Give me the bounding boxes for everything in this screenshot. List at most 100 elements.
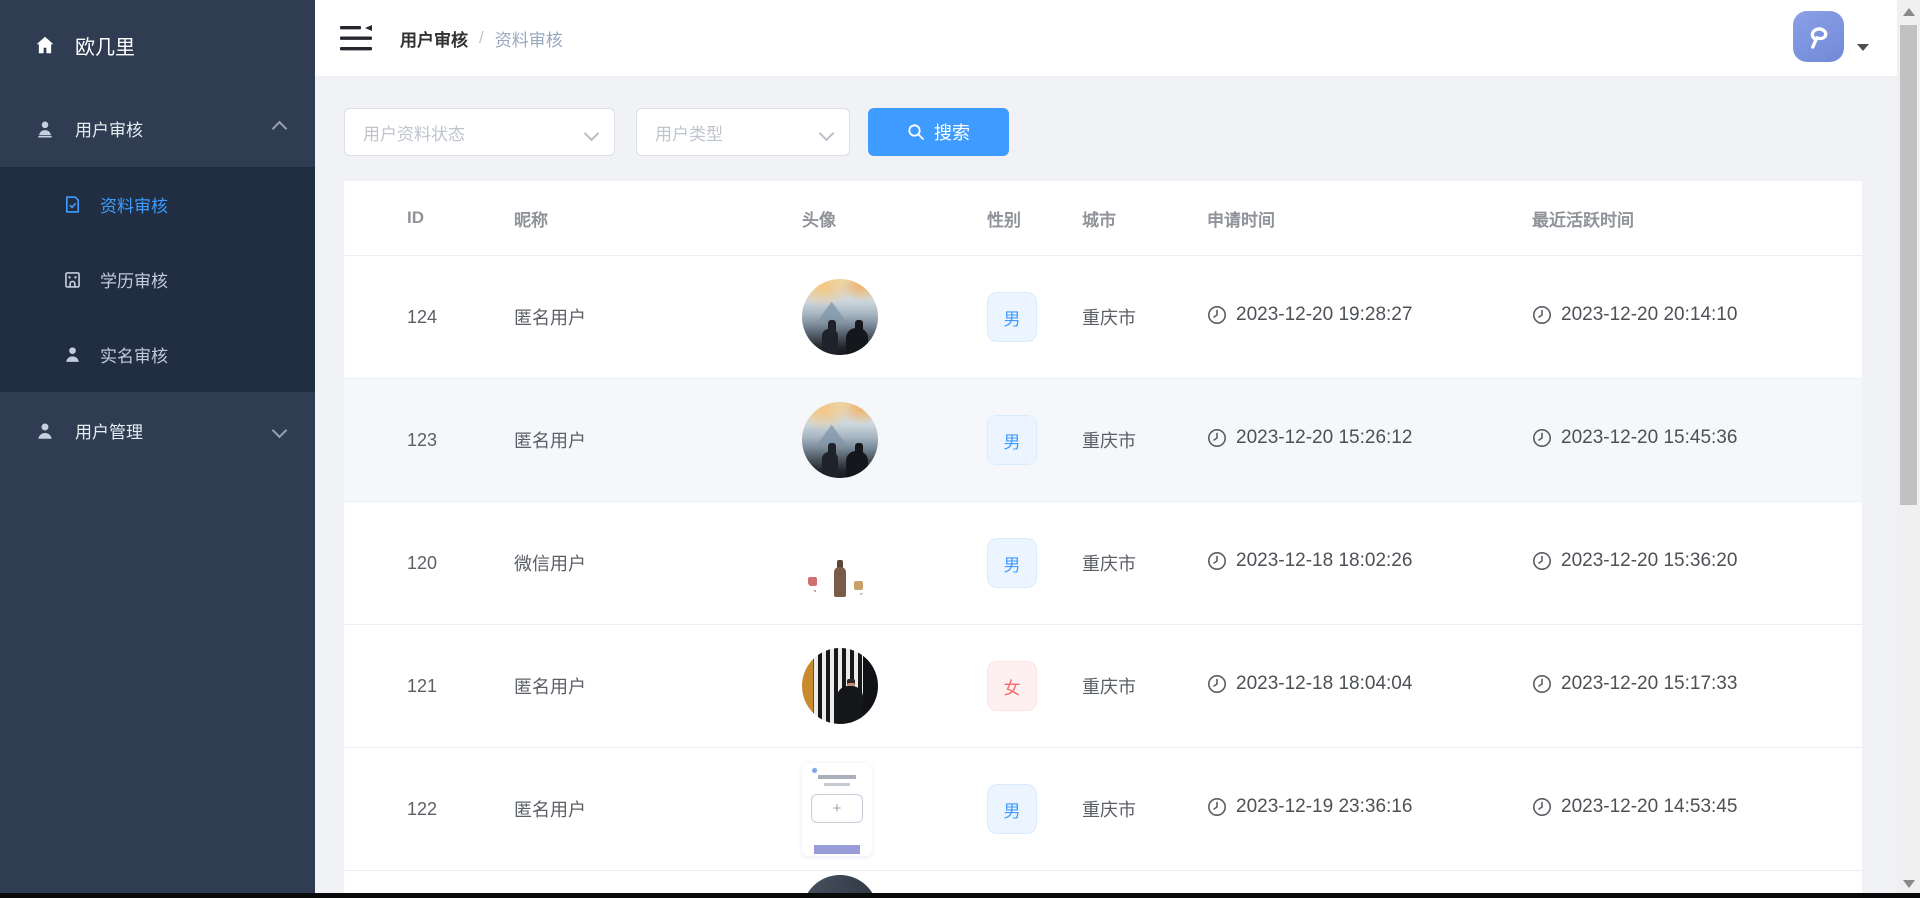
cell-nickname: 匿名用户 — [489, 379, 789, 502]
sidebar-item-user-audit[interactable]: 用户审核 — [0, 90, 315, 167]
person-icon — [62, 344, 83, 365]
sidebar-item-user-manage[interactable]: 用户管理 — [0, 392, 315, 469]
clock-icon — [1207, 428, 1227, 448]
caret-down-icon[interactable] — [1857, 44, 1869, 51]
breadcrumb-parent[interactable]: 用户审核 — [400, 26, 468, 51]
sidebar-item-realname-audit[interactable]: 实名审核 — [0, 317, 315, 392]
column-header-id: ID — [344, 181, 489, 256]
gender-badge: 男 — [987, 538, 1037, 588]
cell-id: 123 — [344, 379, 489, 502]
audit-table-card: ID 昵称 头像 性别 城市 申请时间 最近活跃时间 124 匿名用户 — [344, 181, 1862, 898]
user-manage-icon — [34, 420, 56, 442]
column-header-city: 城市 — [1069, 181, 1194, 256]
cell-active-time: 2023-12-20 15:45:36 — [1532, 427, 1737, 449]
cell-apply-time: 2023-12-18 18:04:04 — [1207, 673, 1412, 695]
sidebar-item-profile-audit[interactable]: 资料审核 — [0, 167, 315, 242]
cell-id: 122 — [344, 748, 489, 871]
clock-icon — [1532, 551, 1552, 571]
gender-badge: 男 — [987, 292, 1037, 342]
user-avatar-photo — [802, 279, 878, 355]
sidebar-logo[interactable]: 欧几里 — [0, 0, 315, 90]
document-check-icon — [62, 194, 83, 215]
cell-id: 124 — [344, 256, 489, 379]
school-building-icon — [62, 269, 83, 290]
chevron-down-icon — [584, 126, 600, 142]
cell-nickname: 微信用户 — [489, 502, 789, 625]
sidebar: 欧几里 用户审核 资料审核 学历审核 — [0, 0, 315, 898]
user-avatar[interactable] — [1793, 11, 1844, 62]
clock-icon — [1207, 797, 1227, 817]
cell-nickname: 匿名用户 — [489, 748, 789, 871]
app-screen: 欧几里 用户审核 资料审核 学历审核 — [0, 0, 1920, 898]
user-menu[interactable] — [1793, 11, 1869, 62]
scrollbar-up-arrow[interactable] — [1903, 8, 1915, 16]
cell-active-time: 2023-12-20 15:17:33 — [1532, 673, 1737, 695]
cell-city: 重庆市 — [1069, 256, 1194, 379]
main-area: 用户审核 / 资料审核 用户资料状态 用户类型 — [315, 0, 1897, 898]
gender-badge: 男 — [987, 784, 1037, 834]
chevron-down-icon — [819, 126, 835, 142]
gender-badge: 男 — [987, 415, 1037, 465]
search-button-label: 搜索 — [934, 119, 970, 145]
breadcrumb: 用户审核 / 资料审核 — [400, 0, 563, 76]
cell-apply-time: 2023-12-18 18:02:26 — [1207, 550, 1412, 572]
clock-icon — [1532, 797, 1552, 817]
page-scrollbar — [1897, 0, 1920, 898]
content-area: 用户资料状态 用户类型 搜索 — [315, 76, 1897, 898]
sidebar-item-label: 资料审核 — [100, 192, 168, 217]
user-avatar-photo — [802, 763, 872, 856]
breadcrumb-separator: / — [479, 28, 484, 48]
clock-icon — [1207, 674, 1227, 694]
cell-active-time: 2023-12-20 14:53:45 — [1532, 796, 1737, 818]
scrollbar-thumb[interactable] — [1900, 25, 1917, 505]
profile-status-placeholder: 用户资料状态 — [363, 120, 465, 145]
cell-id: 121 — [344, 625, 489, 748]
ribbon-logo-icon — [1803, 21, 1835, 53]
column-header-apply-time: 申请时间 — [1194, 181, 1519, 256]
table-header-row: ID 昵称 头像 性别 城市 申请时间 最近活跃时间 — [344, 181, 1862, 256]
clock-icon — [1532, 305, 1552, 325]
cell-city: 重庆市 — [1069, 748, 1194, 871]
cell-apply-time: 2023-12-19 23:36:16 — [1207, 796, 1412, 818]
clock-icon — [1532, 674, 1552, 694]
sidebar-item-label: 用户审核 — [75, 116, 143, 141]
table-row: 121 匿名用户 女 重庆市 2023-12-18 18:04:04 2023-… — [344, 625, 1862, 748]
cell-active-time: 2023-12-20 15:36:20 — [1532, 550, 1737, 572]
table-row: 120 微信用户 男 重庆市 2023-12-18 18:02:26 2023-… — [344, 502, 1862, 625]
chevron-up-icon — [272, 121, 288, 137]
user-avatar-photo — [802, 402, 878, 478]
user-avatar-photo — [802, 525, 878, 601]
scrollbar-down-arrow[interactable] — [1903, 880, 1915, 888]
audit-table: ID 昵称 头像 性别 城市 申请时间 最近活跃时间 124 匿名用户 — [344, 181, 1862, 871]
user-audit-icon — [34, 118, 56, 140]
filter-bar: 用户资料状态 用户类型 搜索 — [344, 108, 1009, 156]
topbar: 用户审核 / 资料审核 — [315, 0, 1897, 76]
search-button[interactable]: 搜索 — [868, 108, 1009, 156]
cell-active-time: 2023-12-20 20:14:10 — [1532, 304, 1737, 326]
cell-apply-time: 2023-12-20 15:26:12 — [1207, 427, 1412, 449]
cell-city: 重庆市 — [1069, 502, 1194, 625]
table-row: 122 匿名用户 男 重庆市 2023-12-19 23:36:16 2023-… — [344, 748, 1862, 871]
breadcrumb-current: 资料审核 — [495, 26, 563, 51]
cell-nickname: 匿名用户 — [489, 256, 789, 379]
collapse-sidebar-button[interactable] — [340, 25, 372, 52]
sidebar-item-education-audit[interactable]: 学历审核 — [0, 242, 315, 317]
user-type-select[interactable]: 用户类型 — [636, 108, 850, 156]
chevron-down-icon — [272, 423, 288, 439]
sidebar-item-label: 学历审核 — [100, 267, 168, 292]
sidebar-logo-label: 欧几里 — [75, 31, 135, 60]
clock-icon — [1207, 305, 1227, 325]
cell-id: 120 — [344, 502, 489, 625]
column-header-active-time: 最近活跃时间 — [1519, 181, 1862, 256]
cell-city: 重庆市 — [1069, 379, 1194, 502]
user-avatar-photo — [802, 648, 878, 724]
cell-nickname: 匿名用户 — [489, 625, 789, 748]
cell-apply-time: 2023-12-20 19:28:27 — [1207, 304, 1412, 326]
gender-badge: 女 — [987, 661, 1037, 711]
window-bottom-edge — [0, 893, 1920, 898]
table-row: 123 匿名用户 男 重庆市 2023-12-20 15:26:12 2023-… — [344, 379, 1862, 502]
column-header-gender: 性别 — [974, 181, 1069, 256]
clock-icon — [1532, 428, 1552, 448]
profile-status-select[interactable]: 用户资料状态 — [344, 108, 615, 156]
home-icon — [34, 34, 56, 56]
